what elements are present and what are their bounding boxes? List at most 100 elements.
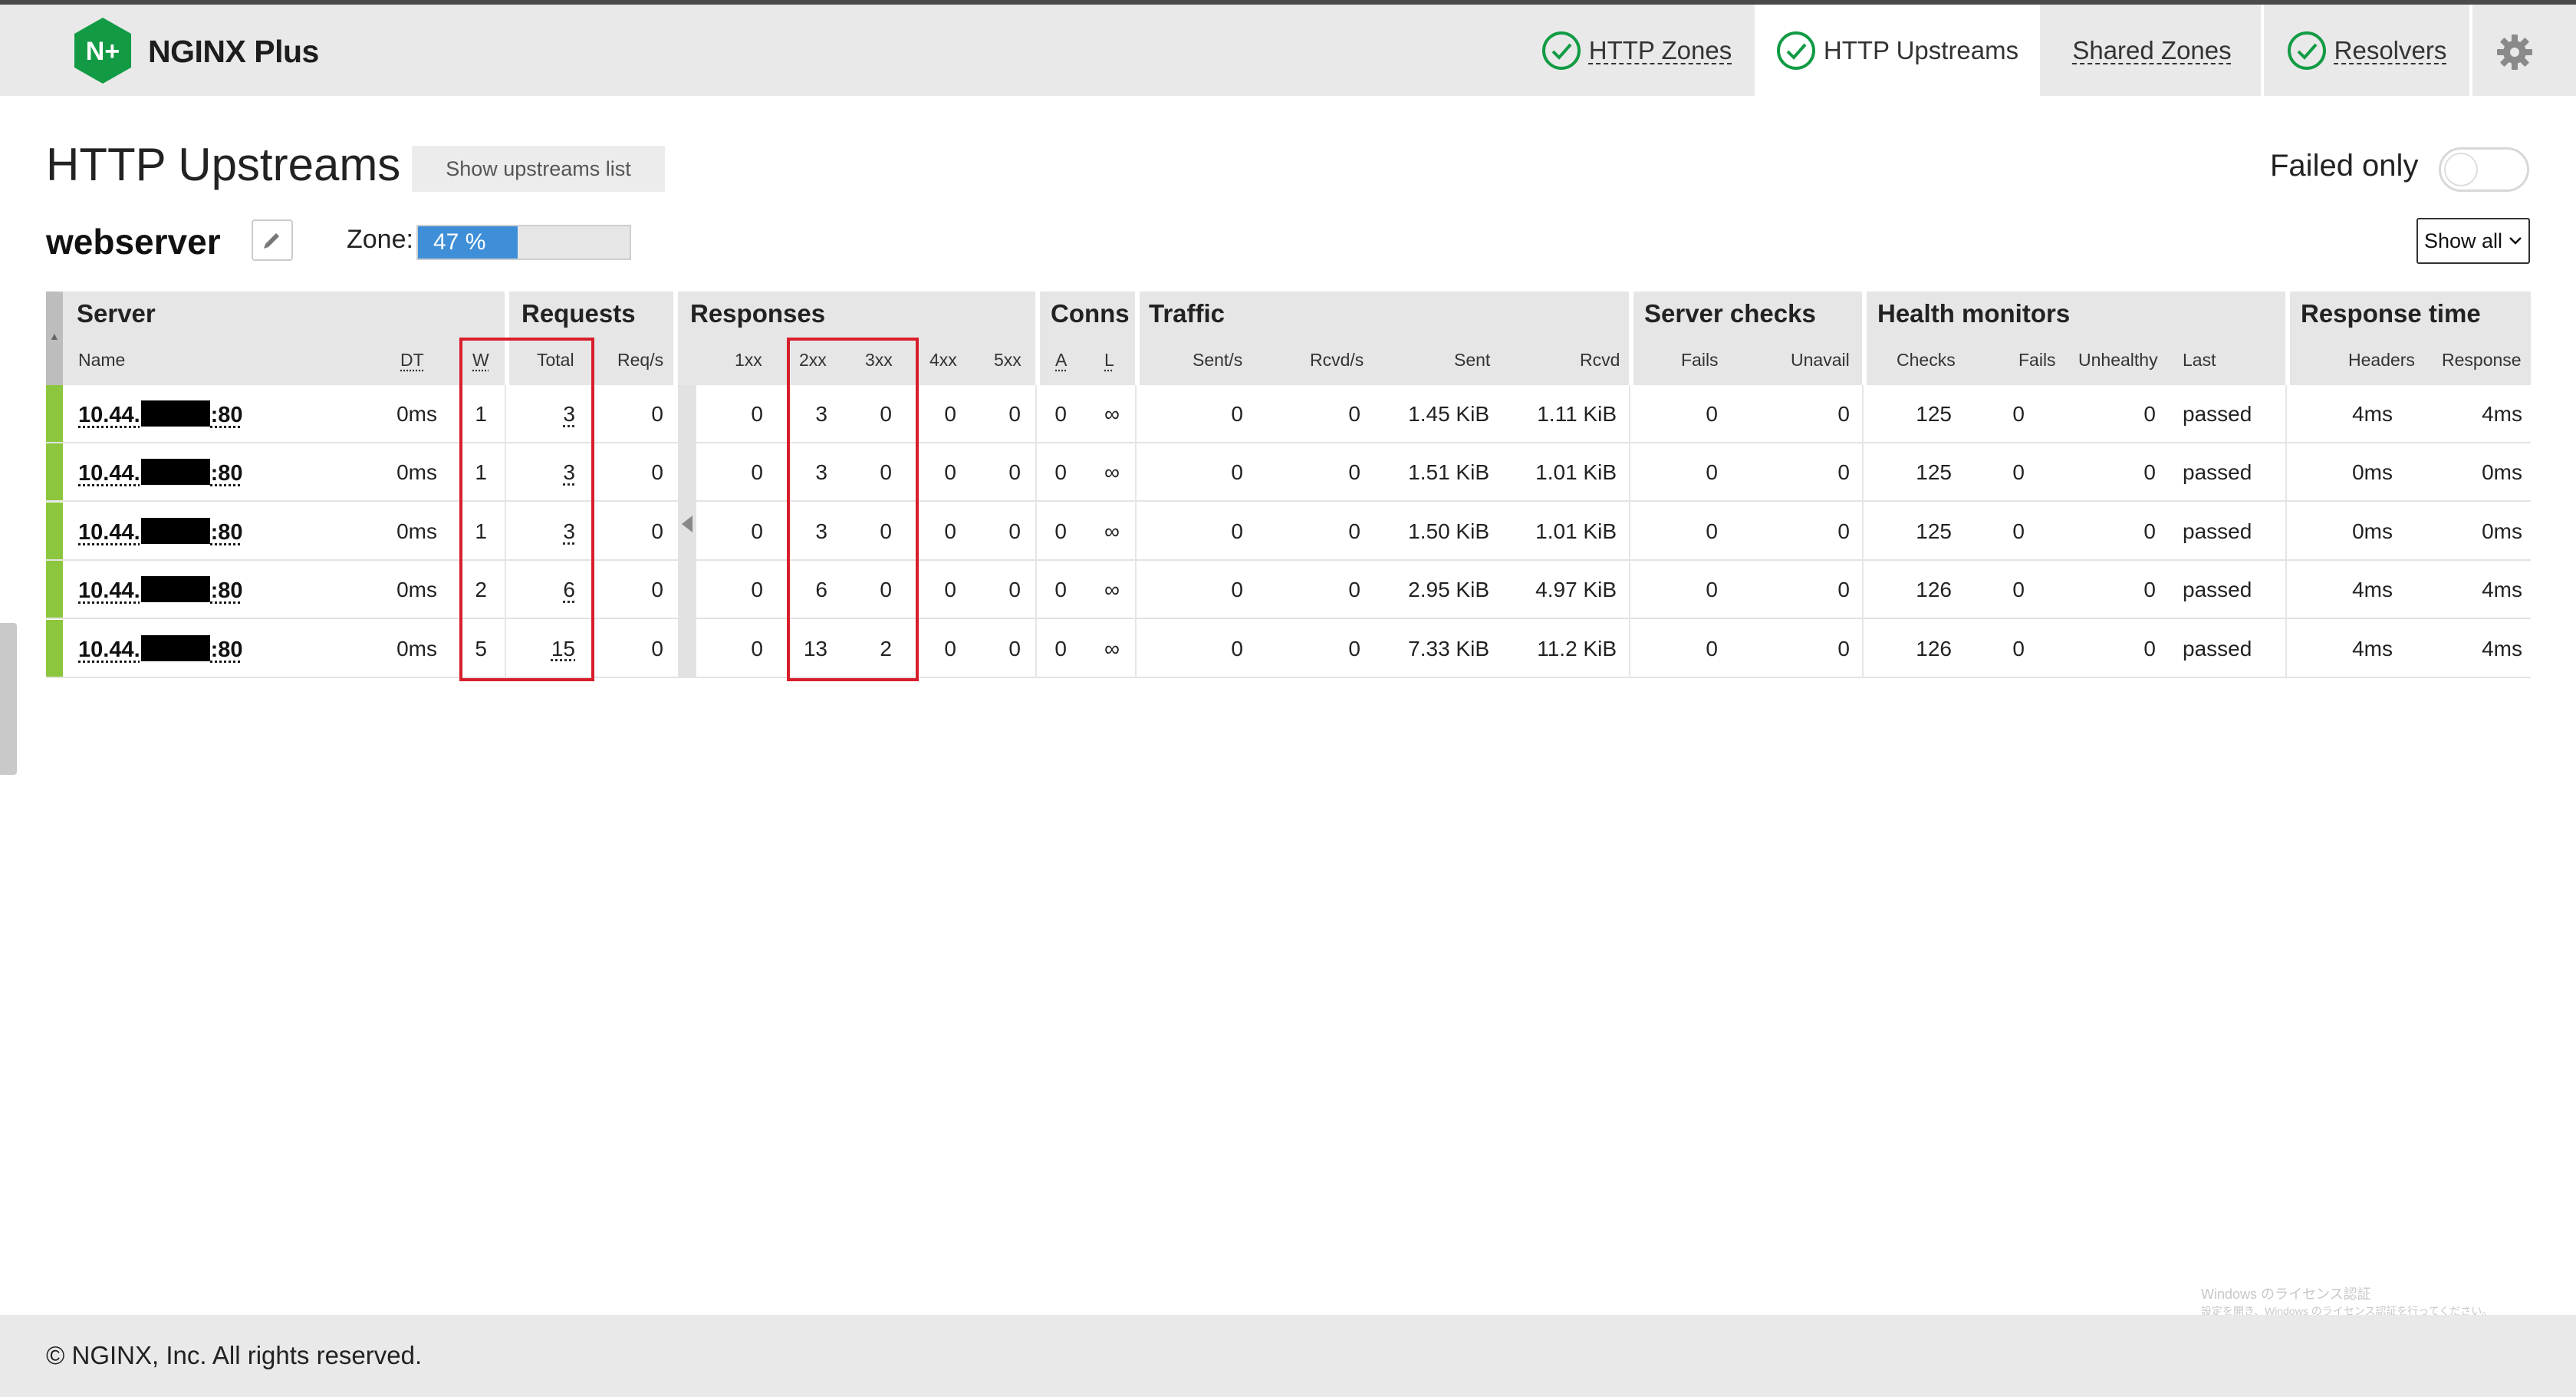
tab-label: Resolvers <box>2334 35 2447 64</box>
group-divider <box>1629 292 1633 385</box>
zone-usage-text: 47 % <box>433 229 486 255</box>
tab-shared-zones[interactable]: Shared Zones <box>2043 5 2261 96</box>
group-divider <box>673 292 678 385</box>
cell-dt: 0ms <box>396 402 437 426</box>
cell-dt: 0ms <box>396 578 437 602</box>
server-address-link[interactable]: 10.44.:80 <box>78 517 243 545</box>
group-title-traffic: Traffic <box>1149 299 1225 328</box>
cell-rcvd-s: 0 <box>1348 402 1360 426</box>
cell-sent: 7.33 KiB <box>1408 636 1489 661</box>
group-divider <box>1135 292 1140 385</box>
cell-dt: 0ms <box>396 460 437 485</box>
redaction-bar <box>140 634 210 661</box>
group-divider <box>1862 292 1867 385</box>
cell-limit: ∞ <box>1104 519 1120 543</box>
cell-unhealthy: 0 <box>2143 636 2156 661</box>
server-address-link[interactable]: 10.44.:80 <box>78 634 243 663</box>
group-divider <box>1035 292 1040 385</box>
col-header-fails: Fails <box>1681 350 1719 370</box>
column-divider <box>1629 385 1630 678</box>
redaction-bar <box>140 459 210 486</box>
tab-http-zones[interactable]: HTTP Zones <box>1522 5 1752 96</box>
cell-limit: ∞ <box>1104 636 1120 661</box>
zone-usage-bar: 47 % <box>416 225 631 260</box>
cell-headers: 4ms <box>2352 578 2393 602</box>
redaction-bar <box>140 400 210 427</box>
cell-1xx: 0 <box>751 519 763 543</box>
col-header-4xx: 4xx <box>929 350 957 370</box>
cell-unhealthy: 0 <box>2143 402 2156 426</box>
table-row: 10.44.:80 0ms 2 6 0 0 6 0 0 0 0 ∞ 0 0 2.95 KiB 4.97 KiB… <box>46 561 2531 620</box>
chevron-down-icon <box>2509 237 2522 245</box>
cell-active: 0 <box>1054 460 1067 485</box>
watermark-line: Windows のライセンス認証 <box>2201 1287 2371 1302</box>
cell-4xx: 0 <box>944 578 956 602</box>
cell-response: 4ms <box>2482 636 2522 661</box>
cell-fails: 0 <box>1706 402 1718 426</box>
sort-strip[interactable]: ▲ <box>46 292 63 385</box>
cell-hm-fails: 0 <box>2012 460 2025 485</box>
failed-only-label: Failed only <box>2270 149 2419 183</box>
cell-req-s: 0 <box>651 402 663 426</box>
col-header-active: A <box>1055 350 1068 370</box>
cell-dt: 0ms <box>396 636 437 661</box>
col-header-5xx: 5xx <box>994 350 1022 370</box>
cell-rcvd-s: 0 <box>1348 460 1360 485</box>
gear-icon[interactable] <box>2495 33 2534 71</box>
cell-fails: 0 <box>1706 460 1718 485</box>
column-divider <box>1862 385 1864 678</box>
highlight-box-weight-total <box>459 338 594 681</box>
col-header-limit: L <box>1104 350 1114 370</box>
cell-1xx: 0 <box>751 636 763 661</box>
cell-limit: ∞ <box>1104 578 1120 602</box>
tab-label: HTTP Upstreams <box>1823 35 2019 64</box>
cell-fails: 0 <box>1706 578 1718 602</box>
col-header-sent-s: Sent/s <box>1193 350 1243 370</box>
failed-only-toggle[interactable] <box>2439 147 2529 192</box>
cell-checks: 126 <box>1916 578 1952 602</box>
cell-sent-s: 0 <box>1231 460 1243 485</box>
page-title: HTTP Upstreams <box>46 139 401 190</box>
tab-resolvers[interactable]: Resolvers <box>2264 5 2469 96</box>
cell-fails: 0 <box>1706 519 1718 543</box>
col-header-sent: Sent <box>1454 350 1491 370</box>
cell-hm-fails: 0 <box>2012 636 2025 661</box>
check-circle-icon <box>2287 31 2326 70</box>
server-address-link[interactable]: 10.44.:80 <box>78 576 243 604</box>
server-status-indicator <box>46 561 63 618</box>
cell-unavail: 0 <box>1837 578 1850 602</box>
server-address-link[interactable]: 10.44.:80 <box>78 459 243 486</box>
col-header-hm-fails: Fails <box>2018 350 2056 370</box>
col-header-last: Last <box>2183 350 2216 370</box>
show-upstreams-list-button[interactable]: Show upstreams list <box>412 146 665 192</box>
cell-unhealthy: 0 <box>2143 460 2156 485</box>
col-header-name[interactable]: Name <box>78 350 125 371</box>
cell-rcvd: 1.01 KiB <box>1535 460 1617 485</box>
table-row: 10.44.:80 0ms 1 3 0 0 3 0 0 0 0 ∞ 0 0 1.45 KiB 1.11 KiB… <box>46 385 2531 443</box>
cell-sent: 1.50 KiB <box>1408 519 1489 543</box>
cell-hm-fails: 0 <box>2012 402 2025 426</box>
edit-upstream-button[interactable] <box>252 219 293 261</box>
cell-sent: 2.95 KiB <box>1408 578 1489 602</box>
server-filter-select[interactable]: Show all <box>2416 218 2530 264</box>
responses-collapse-strip[interactable] <box>678 385 696 678</box>
pencil-icon <box>264 233 279 249</box>
tab-http-upstreams[interactable]: HTTP Upstreams <box>1755 5 2040 96</box>
nginx-logo: N+ <box>74 18 131 84</box>
col-header-unavail: Unavail <box>1791 350 1850 370</box>
check-circle-icon <box>1541 31 1581 70</box>
table-row: 10.44.:80 0ms 5 15 0 0 13 2 0 0 0 ∞ 0 0 7.33 KiB 11.2 K… <box>46 619 2531 678</box>
cell-unavail: 0 <box>1837 402 1850 426</box>
cell-headers: 4ms <box>2352 402 2393 426</box>
cell-5xx: 0 <box>1008 402 1021 426</box>
cell-5xx: 0 <box>1008 578 1021 602</box>
server-address-link[interactable]: 10.44.:80 <box>78 400 243 428</box>
cell-unavail: 0 <box>1837 519 1850 543</box>
cell-unavail: 0 <box>1837 636 1850 661</box>
cell-1xx: 0 <box>751 578 763 602</box>
col-header-rcvd: Rcvd <box>1580 350 1620 370</box>
col-header-dt: DT <box>400 350 424 370</box>
side-panel-handle[interactable] <box>0 623 17 775</box>
group-title-requests: Requests <box>521 299 636 328</box>
server-address-port: :80 <box>210 461 243 486</box>
